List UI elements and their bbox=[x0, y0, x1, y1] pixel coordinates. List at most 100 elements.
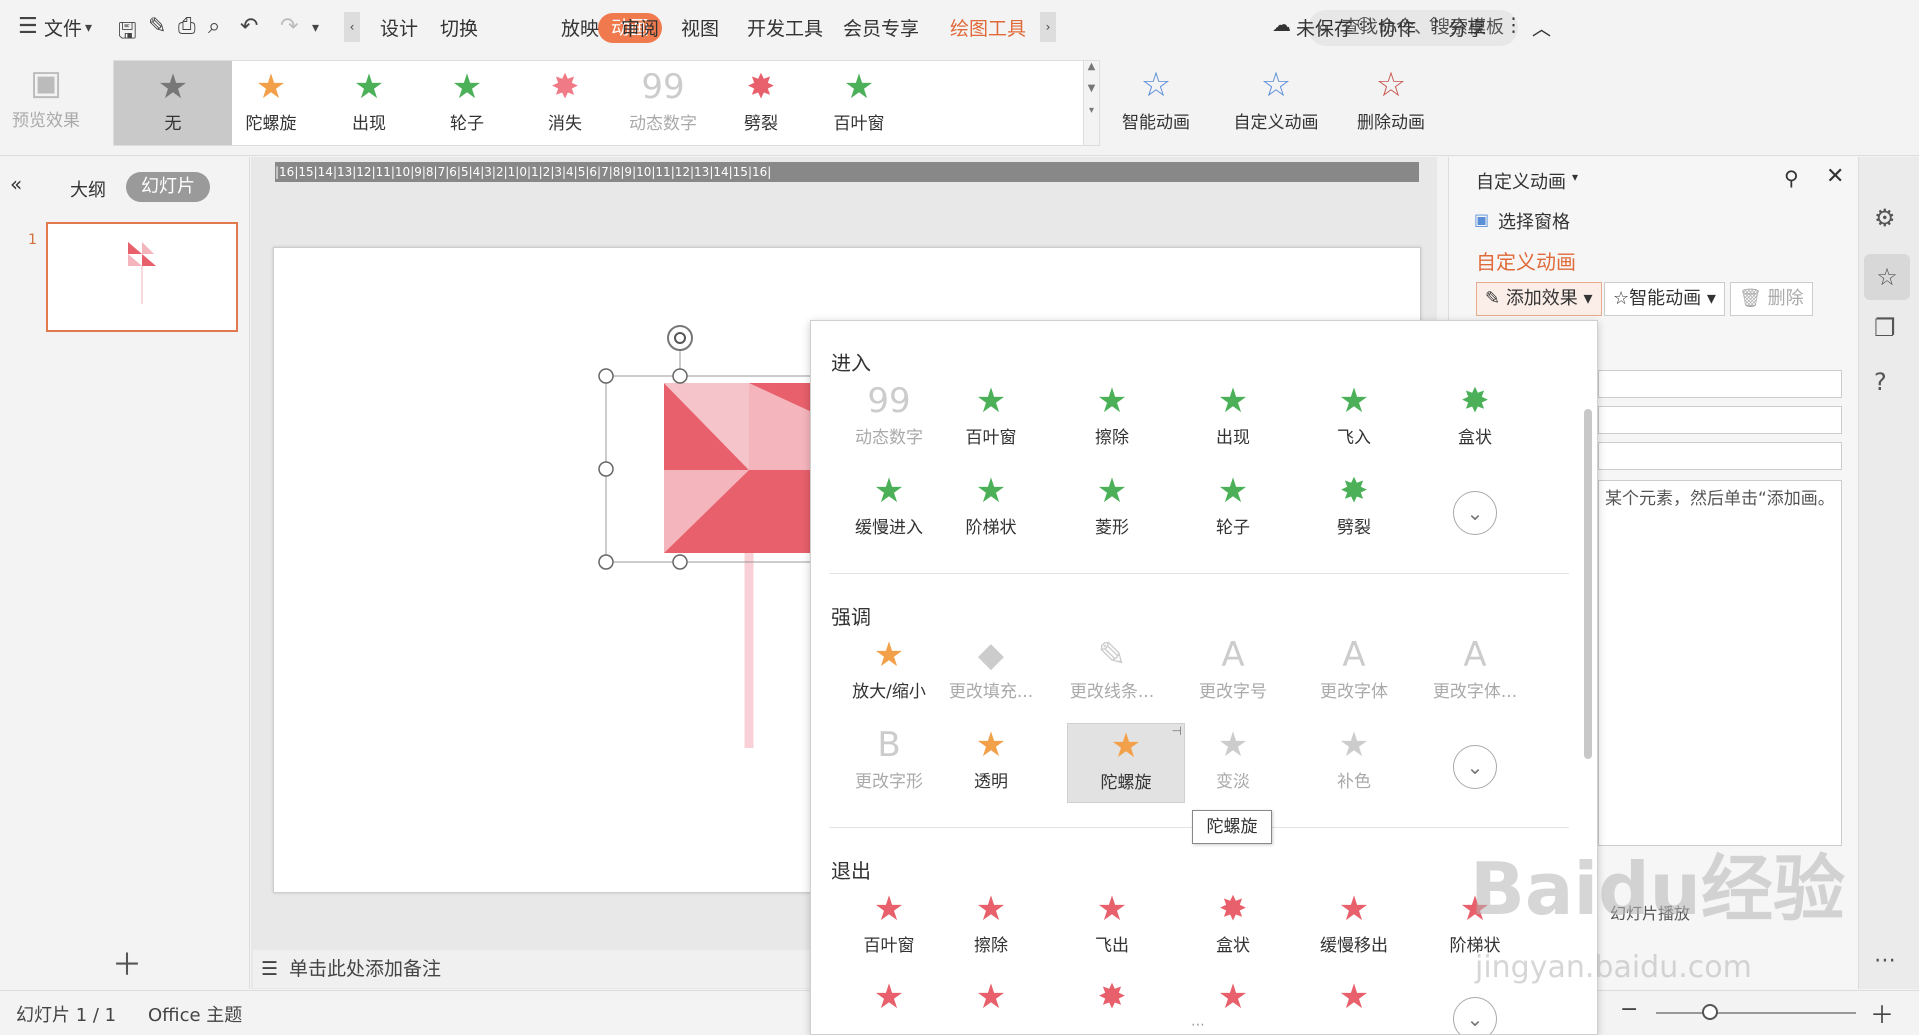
effect-exit-split[interactable]: ✸ bbox=[1062, 975, 1162, 1019]
effect-split[interactable]: ✸ 劈裂 bbox=[1304, 469, 1404, 538]
save-icon[interactable]: 🖫 bbox=[118, 14, 137, 52]
horizontal-ruler[interactable]: |16|15|14|13|12|11|10|9|8|7|6|5|4|3|2|1|… bbox=[275, 162, 1419, 182]
tab-view[interactable]: 视图 bbox=[681, 14, 719, 41]
tab-transition[interactable]: 切换 bbox=[440, 14, 478, 41]
effect-label: 飞出 bbox=[1095, 936, 1129, 956]
redo-icon[interactable]: ↷ bbox=[280, 14, 298, 39]
effect-change-font-size[interactable]: A 更改字号 bbox=[1183, 633, 1283, 702]
effect-ease-out[interactable]: ★ 缓慢移出 bbox=[1304, 887, 1404, 956]
zoom-in-icon[interactable]: ＋ bbox=[1870, 995, 1894, 1030]
effect-fly-in[interactable]: ★ 飞入 bbox=[1304, 379, 1404, 448]
effect-ease-in[interactable]: ★ 缓慢进入 bbox=[839, 469, 939, 538]
more-icon[interactable]: ⋮ bbox=[1504, 14, 1523, 36]
effect-change-fill[interactable]: ◆ 更改填充... bbox=[941, 633, 1041, 702]
effect-change-font[interactable]: A 更改字体 bbox=[1304, 633, 1404, 702]
chevron-down-icon[interactable]: ▾ bbox=[85, 20, 92, 36]
collaborate-button[interactable]: 协作 bbox=[1378, 14, 1416, 41]
effect-diamond[interactable]: ★ 菱形 bbox=[1062, 469, 1162, 538]
start-select[interactable] bbox=[1598, 370, 1842, 398]
tab-member[interactable]: 会员专享 bbox=[843, 14, 919, 41]
gallery-item-blinds[interactable]: ★ 百叶窗 bbox=[800, 61, 918, 145]
scroll-right-icon[interactable]: › bbox=[1040, 12, 1056, 42]
add-effect-button[interactable]: ✎ 添加效果 ▾ bbox=[1476, 282, 1602, 316]
close-icon[interactable]: ✕ bbox=[1826, 164, 1844, 189]
smart-animation-button[interactable]: ☆ 智能动画 bbox=[1108, 62, 1204, 133]
effect-wipe[interactable]: ★ 擦除 bbox=[1062, 379, 1162, 448]
effect-exit-diamond[interactable]: ★ bbox=[839, 975, 939, 1019]
share-icon: ⇪ bbox=[1426, 14, 1442, 36]
format-painter-icon[interactable]: ✎ bbox=[148, 14, 166, 39]
effect-spin[interactable]: ★ 陀螺旋 ⊣ bbox=[1067, 723, 1185, 803]
speed-select[interactable] bbox=[1598, 442, 1842, 470]
collapse-panel-icon[interactable]: « bbox=[10, 172, 22, 196]
selection-pane-link[interactable]: 选择窗格 bbox=[1498, 208, 1570, 234]
print-preview-icon[interactable]: ⌕ bbox=[208, 14, 220, 39]
baidu-watermark: Baidu经验 bbox=[1470, 847, 1845, 931]
delete-pane-button[interactable]: 🗑 删除 bbox=[1730, 282, 1813, 316]
scroll-left-icon[interactable]: ‹ bbox=[344, 12, 360, 42]
effect-exit-checker[interactable]: ★ bbox=[1183, 975, 1283, 1019]
direction-select[interactable] bbox=[1598, 406, 1842, 434]
effect-exit-box[interactable]: ✸ 盒状 bbox=[1183, 887, 1283, 956]
share-button[interactable]: 分享 bbox=[1448, 14, 1486, 41]
effect-transparency[interactable]: ★ 透明 bbox=[941, 723, 1041, 792]
collapse-ribbon-icon[interactable]: ︿ bbox=[1532, 14, 1551, 41]
effect-fly-out[interactable]: ★ 飞出 bbox=[1062, 887, 1162, 956]
pin-icon[interactable]: ⚲ bbox=[1784, 166, 1799, 190]
quick-access-more-icon[interactable]: ▾ bbox=[312, 20, 319, 36]
effect-wheel[interactable]: ★ 轮子 bbox=[1183, 469, 1283, 538]
unsaved-status[interactable]: 未保存 bbox=[1296, 14, 1353, 41]
animation-star-icon[interactable]: ☆ bbox=[1864, 254, 1910, 300]
custom-animation-button[interactable]: ☆ 自定义动画 bbox=[1226, 62, 1326, 133]
effect-change-font-more[interactable]: A 更改字体... bbox=[1425, 633, 1525, 702]
effect-change-line[interactable]: ✎ 更改线条... bbox=[1062, 633, 1162, 702]
slide-transition-icon[interactable]: ❐ bbox=[1874, 314, 1896, 342]
effect-fade[interactable]: ★ 变淡 bbox=[1183, 723, 1283, 792]
effect-exit-dissolve[interactable]: ★ bbox=[1304, 975, 1404, 1019]
help-icon[interactable]: ? bbox=[1874, 368, 1887, 396]
tab-design[interactable]: 设计 bbox=[380, 14, 418, 41]
gallery-scroll[interactable]: ▲ ▼ ▾ bbox=[1083, 61, 1099, 145]
zoom-slider[interactable] bbox=[1656, 1004, 1856, 1020]
effect-appear[interactable]: ★ 出现 bbox=[1183, 379, 1283, 448]
tab-review[interactable]: 审阅 bbox=[621, 14, 659, 41]
add-slide-icon[interactable]: ＋ bbox=[112, 940, 142, 984]
dropdown-scrollbar[interactable] bbox=[1584, 409, 1592, 759]
undo-icon[interactable]: ↶ bbox=[240, 14, 258, 39]
pin-icon[interactable]: ⊣ bbox=[1172, 724, 1182, 738]
expand-enter-icon[interactable]: ⌄ bbox=[1453, 491, 1497, 535]
effect-grow-shrink[interactable]: ★ 放大/缩小 bbox=[839, 633, 939, 702]
effect-exit-blinds[interactable]: ★ 百叶窗 bbox=[839, 887, 939, 956]
tab-drawing-tools[interactable]: 绘图工具 bbox=[950, 14, 1026, 41]
effect-box[interactable]: ✸ 盒状 bbox=[1425, 379, 1525, 448]
effect-exit-wheel[interactable]: ★ bbox=[941, 975, 1041, 1019]
slide-thumbnail[interactable] bbox=[46, 222, 238, 332]
chevron-down-icon[interactable]: ▾ bbox=[1572, 170, 1578, 184]
pane-header[interactable]: 自定义动画 bbox=[1476, 168, 1566, 194]
tab-developer[interactable]: 开发工具 bbox=[747, 14, 823, 41]
theme-name[interactable]: Office 主题 bbox=[148, 1001, 242, 1027]
tab-slides[interactable]: 幻灯片 bbox=[126, 172, 210, 202]
tab-outline[interactable]: 大纲 bbox=[70, 176, 106, 202]
delete-animation-button[interactable]: ☆ 删除动画 bbox=[1348, 62, 1434, 133]
zoom-slider-thumb[interactable] bbox=[1702, 1004, 1718, 1020]
effect-dynamic-number[interactable]: 99 动态数字 bbox=[839, 379, 939, 448]
effect-change-style[interactable]: B 更改字形 bbox=[839, 723, 939, 792]
tab-slideshow[interactable]: 放映 bbox=[561, 14, 599, 41]
print-icon[interactable]: ⎙ bbox=[178, 14, 196, 39]
settings-sliders-icon[interactable]: ⚙ bbox=[1874, 204, 1896, 232]
more-options-icon[interactable]: ⋯ bbox=[1874, 948, 1896, 973]
effect-blinds[interactable]: ★ 百叶窗 bbox=[941, 379, 1041, 448]
expand-emphasis-icon[interactable]: ⌄ bbox=[1453, 745, 1497, 789]
effect-complementary[interactable]: ★ 补色 bbox=[1304, 723, 1404, 792]
file-menu[interactable]: 文件 bbox=[44, 14, 82, 41]
smart-animation-pane-button[interactable]: ☆智能动画 ▾ bbox=[1604, 282, 1725, 316]
effect-exit-wipe[interactable]: ★ 擦除 bbox=[941, 887, 1041, 956]
resize-grip-icon[interactable]: ⋯ bbox=[1191, 1017, 1205, 1033]
effect-stairs[interactable]: ★ 阶梯状 bbox=[941, 469, 1041, 538]
hamburger-icon[interactable]: ☰ bbox=[18, 14, 38, 39]
expand-exit-icon[interactable]: ⌄ bbox=[1453, 997, 1497, 1034]
animation-list[interactable]: 某个元素，然后单击“添加画。 bbox=[1598, 480, 1842, 846]
preview-effect-button[interactable]: ▣ 预览效果 bbox=[10, 60, 82, 131]
zoom-out-icon[interactable]: − bbox=[1620, 997, 1638, 1022]
